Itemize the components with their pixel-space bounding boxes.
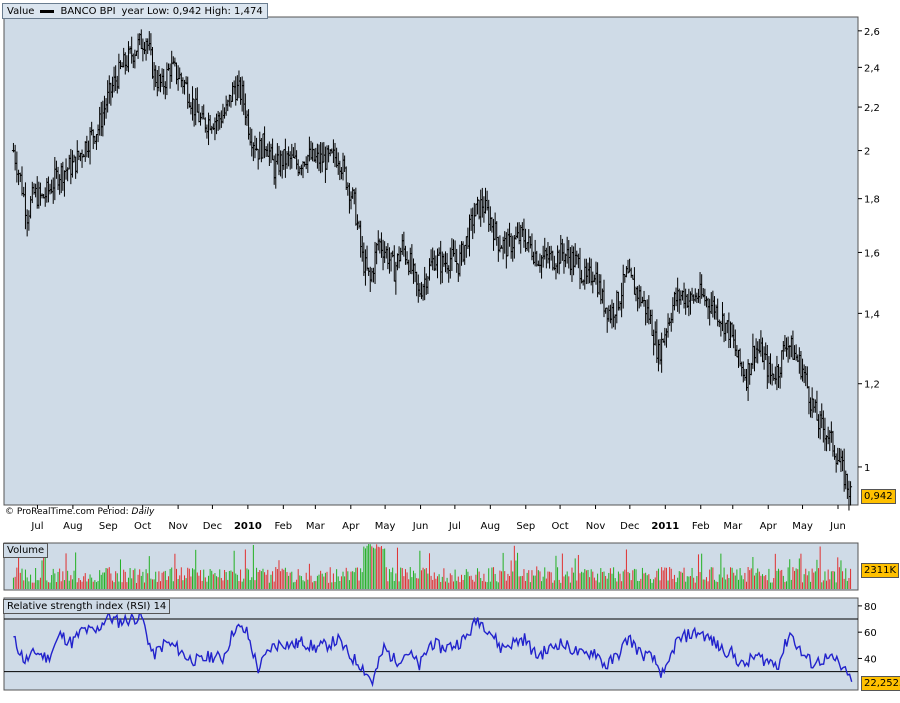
price-y-tick-label: 2,4 xyxy=(864,63,880,74)
x-tick-label: Feb xyxy=(274,521,292,532)
price-y-tick-label: 2,6 xyxy=(864,27,880,38)
volume-label: Volume xyxy=(3,543,49,558)
chart-canvas: 2,6 2,4 2,2 2 1,8 1,6 1,4 1,2 1 Jul Aug Sep Oct Nov De… xyxy=(3,16,880,691)
x-tick-label: Nov xyxy=(586,521,606,532)
rsi-y-tick-label: 60 xyxy=(864,628,877,639)
x-tick-label: May xyxy=(792,521,813,532)
x-tick-label: Dec xyxy=(203,521,222,532)
series-name: BANCO BPI xyxy=(60,5,116,17)
x-tick-label: Jun xyxy=(412,521,429,532)
period-label: Period: xyxy=(97,507,129,517)
x-tick-label: May xyxy=(375,521,396,532)
price-y-tick-label: 1,2 xyxy=(864,380,880,391)
x-tick-label: Oct xyxy=(551,521,568,532)
x-tick-label: Dec xyxy=(620,521,639,532)
price-y-tick-label: 1,4 xyxy=(864,309,880,320)
x-tick-label: Sep xyxy=(516,521,535,532)
x-tick-label: 2011 xyxy=(651,521,679,532)
x-tick-label: Nov xyxy=(168,521,188,532)
x-tick-label: Apr xyxy=(342,521,360,532)
price-y-tick-label: 2,2 xyxy=(864,103,880,114)
year-range: year Low: 0,942 High: 1,474 xyxy=(121,5,263,17)
rsi-y-tick-label: 80 xyxy=(864,602,877,613)
x-tick-label: Mar xyxy=(306,521,326,532)
legend-line-icon xyxy=(40,9,55,13)
rsi-last-badge: 22,2523 xyxy=(861,676,900,691)
price-y-tick-label: 1,8 xyxy=(864,195,880,206)
rsi-y-tick-label: 40 xyxy=(864,654,877,665)
x-tick-label: Aug xyxy=(63,521,83,532)
source-text: ProRealTime.com xyxy=(16,507,95,517)
chart-header: Value BANCO BPI year Low: 0,942 High: 1,… xyxy=(2,3,268,19)
value-label: Value xyxy=(7,5,35,17)
x-tick-label: Mar xyxy=(723,521,743,532)
x-tick-label: Sep xyxy=(99,521,118,532)
x-tick-label: Apr xyxy=(760,521,778,532)
period-value: Daily xyxy=(131,507,155,517)
x-tick-label: Jun xyxy=(829,521,846,532)
chart-stage: 2,6 2,4 2,2 2 1,8 1,6 1,4 1,2 1 Jul Aug Sep Oct Nov De… xyxy=(0,0,900,700)
x-tick-label: 2010 xyxy=(234,521,262,532)
x-tick-label: Aug xyxy=(481,521,501,532)
rsi-label: Relative strength index (RSI) 14 xyxy=(3,599,171,614)
price-y-tick-label: 1 xyxy=(864,463,870,474)
price-y-tick-label: 2 xyxy=(864,147,870,158)
price-y-tick-label: 1,6 xyxy=(864,248,880,259)
x-tick-label: Jul xyxy=(30,521,43,532)
last-price-badge: 0,942 xyxy=(861,489,896,504)
chart-footer: © ProRealTime.com Period: Daily xyxy=(5,507,154,517)
volume-last-badge: 2311K xyxy=(861,563,900,578)
copyright-icon: © xyxy=(5,507,14,517)
x-tick-label: Feb xyxy=(692,521,710,532)
x-tick-label: Oct xyxy=(134,521,151,532)
x-tick-label: Jul xyxy=(448,521,461,532)
